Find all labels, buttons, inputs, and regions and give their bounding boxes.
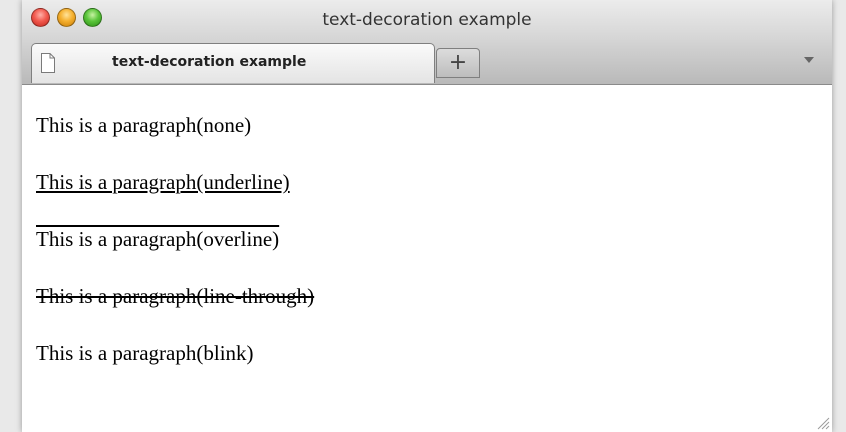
browser-window: text-decoration example text-decoration … <box>22 0 832 432</box>
new-tab-button[interactable]: + <box>436 48 480 78</box>
document-icon <box>41 53 55 73</box>
title-bar[interactable]: text-decoration example text-decoration … <box>22 0 832 85</box>
resize-grip-icon[interactable] <box>814 414 830 430</box>
page-content: This is a paragraph(none) This is a para… <box>22 85 832 432</box>
window-title: text-decoration example <box>322 10 532 30</box>
paragraph-overline: This is a paragraph(overline) <box>36 227 280 251</box>
tab-list-dropdown-icon[interactable] <box>804 57 814 63</box>
paragraph-line-through: This is a paragraph(line-through) <box>36 284 315 308</box>
paragraph-none: This is a paragraph(none) <box>36 113 252 137</box>
tab-text-decoration-example[interactable]: text-decoration example <box>31 43 435 83</box>
paragraph-blink: This is a paragraph(blink) <box>36 341 254 365</box>
tab-label: text-decoration example <box>112 54 307 70</box>
paragraph-underline: This is a paragraph(underline) <box>36 170 290 194</box>
